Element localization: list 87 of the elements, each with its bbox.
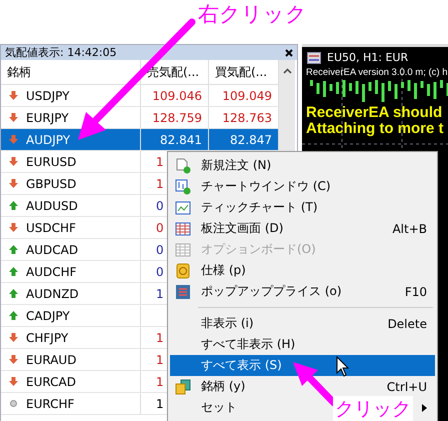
bid-price: 0 (156, 220, 164, 234)
menu-item[interactable]: すべて表示 (S) (170, 355, 435, 376)
menu-item[interactable]: 新規注文 (N) (201, 158, 272, 172)
menu-item[interactable]: セット (201, 400, 237, 414)
grid-icon (175, 242, 191, 258)
scroll-up-icon[interactable] (282, 68, 292, 74)
bid-price: 1 (156, 330, 164, 344)
submenu-arrow-icon (422, 404, 427, 412)
menu-item[interactable]: ポップアッププライス (o) (201, 284, 342, 298)
candle (414, 83, 417, 99)
chart-message: ReceiverEA should (306, 105, 444, 121)
bid-price: 1 (156, 176, 164, 190)
bid-price: 0 (156, 264, 164, 278)
symbol-text: AUDUSD (26, 198, 78, 212)
candle (427, 84, 430, 96)
bid-price: 1 (156, 154, 164, 168)
bid-price: 82.841 (160, 132, 202, 146)
menu-item[interactable]: 仕様 (p) (201, 263, 246, 277)
candle (420, 81, 424, 88)
chart-message: Attaching to more t (306, 121, 444, 137)
symbol-text: USDJPY (26, 88, 70, 102)
candle (434, 82, 436, 99)
grid-icon (175, 220, 191, 236)
candle (375, 80, 378, 94)
candle (394, 84, 398, 99)
bid-price: 128.759 (152, 110, 202, 124)
candle (342, 80, 346, 97)
candle (310, 80, 313, 86)
candle (356, 81, 358, 94)
symbol-text: EURAUD (26, 352, 76, 366)
symbol-text: AUDNZD (26, 286, 79, 300)
symbol-text: EURCAD (26, 374, 76, 388)
candle (368, 82, 372, 91)
candle (336, 82, 339, 94)
line-chart-icon (175, 200, 191, 216)
candle (316, 83, 320, 94)
shortcut-text: F10 (404, 284, 427, 298)
bid-price: 1 (156, 352, 164, 366)
candle (362, 84, 365, 102)
candle (388, 81, 391, 91)
bid-price: 1 (156, 286, 164, 300)
price-table-icon (175, 284, 191, 300)
symbol-text: GBPUSD (26, 176, 76, 190)
symbol-text: AUDCHF (26, 264, 77, 278)
candle (382, 83, 384, 102)
bid-price: 1 (156, 396, 164, 410)
folders-icon (175, 378, 191, 394)
candle (349, 83, 352, 91)
ask-price: 109.049 (222, 88, 272, 102)
shortcut-text: Ctrl+U (386, 380, 427, 394)
menu-item[interactable]: チャートウインドウ (C) (201, 179, 331, 193)
symbol-text: CADJPY (26, 308, 70, 322)
bid-price: 0 (156, 242, 164, 256)
chart-title: EU50, H1: EUR (327, 51, 408, 64)
symbol-text: USDCHF (26, 220, 76, 234)
bid-price: 109.046 (152, 88, 202, 102)
candle (323, 81, 326, 97)
menu-item[interactable]: すべて非表示 (H) (201, 337, 296, 351)
coin-icon (175, 262, 191, 278)
bid-price: 1 (156, 374, 164, 388)
mouse-pointer-icon (336, 356, 350, 377)
shortcut-text: Delete (388, 316, 427, 330)
menu-item[interactable]: 板注文画面 (D) (201, 221, 284, 235)
symbol-text: EURUSD (26, 154, 76, 168)
candle (440, 80, 443, 88)
shortcut-text: Alt+B (392, 222, 427, 236)
candle (401, 82, 404, 88)
close-icon[interactable] (285, 48, 293, 56)
new-document-icon (175, 158, 191, 174)
symbol-text: EURCHF (26, 396, 74, 410)
symbol-text: AUDCAD (26, 242, 78, 256)
candle (330, 84, 332, 91)
annotation-text: クリック (333, 396, 413, 421)
symbol-text: EURJPY (26, 110, 69, 124)
menu-item[interactable]: ティックチャート (T) (201, 200, 318, 214)
window-icon (307, 52, 321, 64)
ask-price: 82.847 (230, 132, 272, 146)
candle (408, 80, 410, 91)
symbol-text: AUDJPY (26, 132, 70, 146)
menu-item[interactable]: 非表示 (i) (201, 316, 254, 330)
menu-item[interactable]: 銘柄 (y) (201, 379, 246, 393)
bid-price: 0 (156, 198, 164, 212)
chart-subtitle: ReceiverEA version 3.0.0 m; (c) h (305, 66, 448, 80)
symbol-text: CHFJPY (26, 330, 68, 344)
ask-price: 128.763 (222, 110, 272, 124)
chart-add-icon (175, 178, 191, 194)
panel-title: 気配値表示: 14:42:05 (5, 45, 117, 60)
